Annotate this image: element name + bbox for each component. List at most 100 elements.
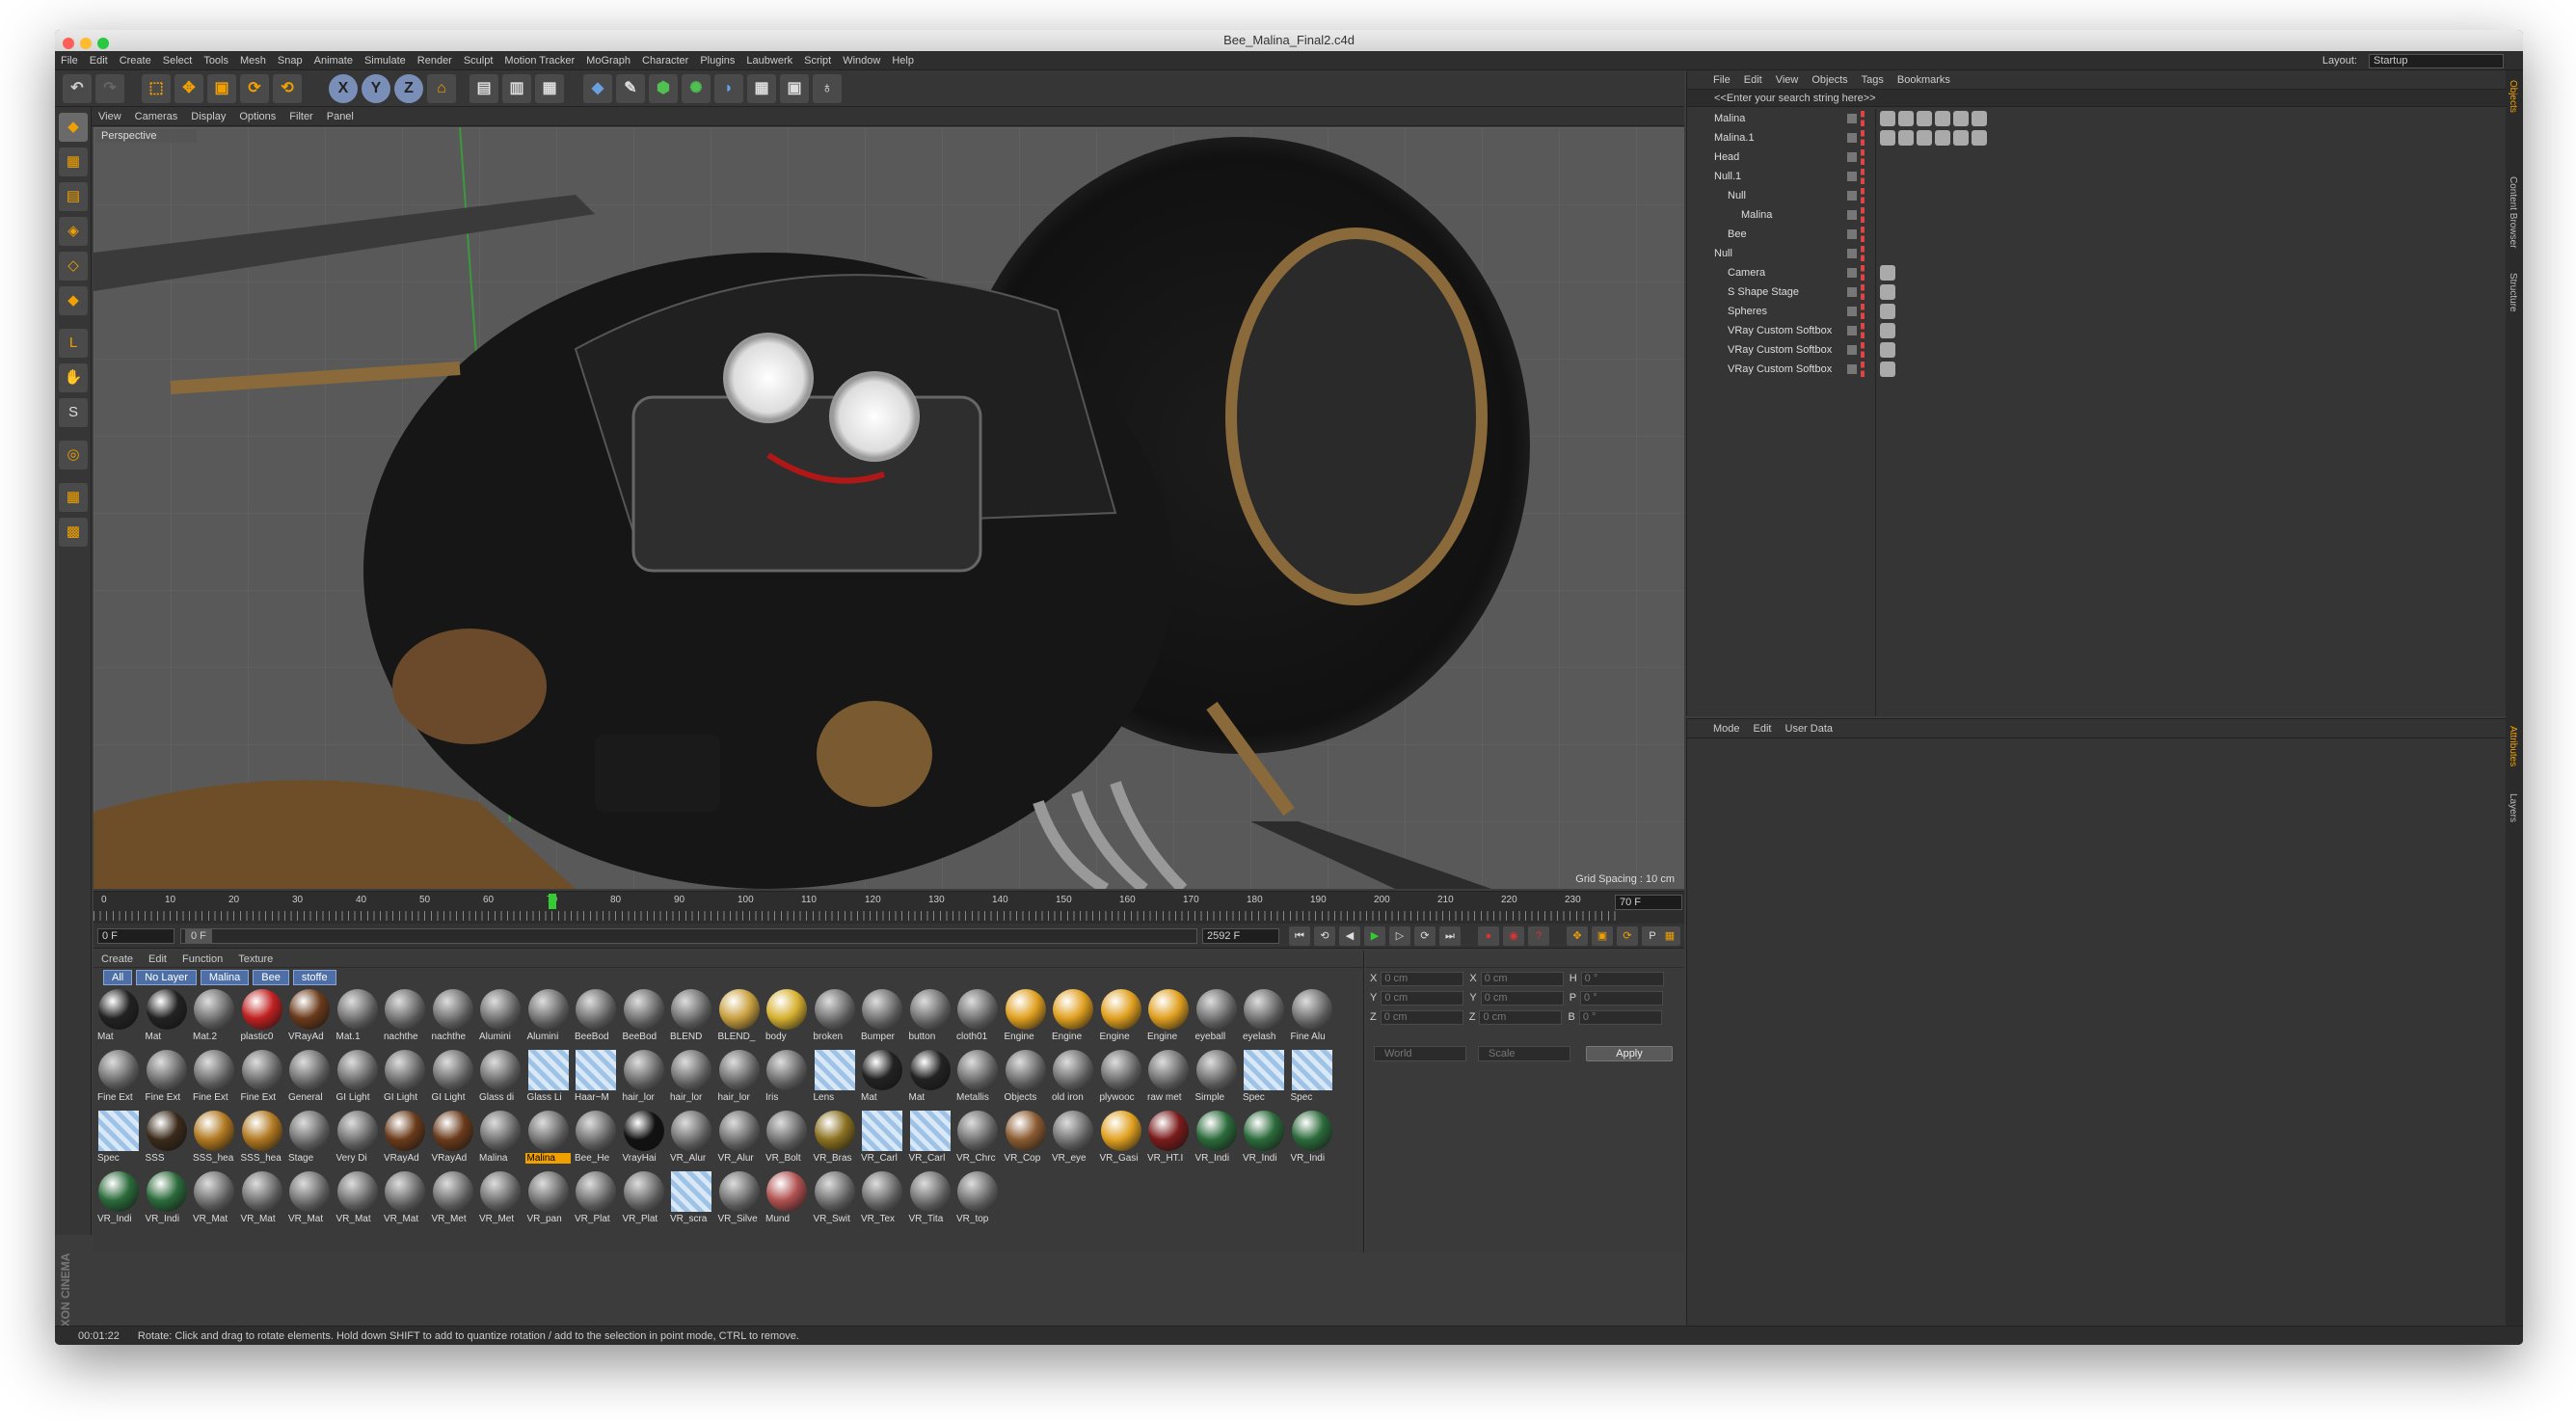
menu-item-edit[interactable]: Edit bbox=[84, 51, 114, 70]
y-axis-button[interactable]: Y bbox=[362, 74, 390, 103]
object-menu-tags[interactable]: Tags bbox=[1855, 70, 1891, 90]
object-name[interactable]: VRay Custom Softbox bbox=[1728, 340, 1832, 360]
material-swatch[interactable]: Fine Ext bbox=[144, 1050, 189, 1108]
material-swatch[interactable]: VR_Plat bbox=[573, 1171, 618, 1229]
material-swatch[interactable]: VR_HT.I bbox=[1145, 1111, 1191, 1168]
texture-mode-icon[interactable]: ▦ bbox=[59, 147, 88, 176]
object-menu-objects[interactable]: Objects bbox=[1805, 70, 1854, 90]
next-frame-icon[interactable]: ▷ bbox=[1389, 926, 1410, 946]
side-tab-objects[interactable]: Objects bbox=[2508, 80, 2518, 113]
material-swatch[interactable]: Fine Alu bbox=[1289, 989, 1334, 1047]
keyframe-selection-icon[interactable]: ? bbox=[1528, 926, 1549, 946]
viewport-menu-options[interactable]: Options bbox=[232, 107, 282, 126]
object-name[interactable]: Null bbox=[1728, 186, 1746, 205]
object-name[interactable]: Head bbox=[1714, 147, 1739, 167]
material-swatch[interactable]: Bumper bbox=[859, 989, 904, 1047]
points-mode-icon[interactable]: ◈ bbox=[59, 217, 88, 246]
material-swatch[interactable]: Mat.2 bbox=[191, 989, 236, 1047]
layout-selector[interactable]: Layout: Startup bbox=[2317, 51, 2504, 70]
material-tag-icon[interactable] bbox=[1935, 130, 1950, 146]
object-row[interactable]: Head bbox=[1687, 147, 2507, 167]
material-swatch[interactable]: nachthe bbox=[430, 989, 475, 1047]
object-name[interactable]: Camera bbox=[1728, 263, 1765, 282]
menu-item-file[interactable]: File bbox=[55, 51, 84, 70]
viewport-menu-filter[interactable]: Filter bbox=[282, 107, 319, 126]
render-dots-icon[interactable] bbox=[1861, 188, 1865, 203]
undo-icon[interactable]: ↶ bbox=[63, 74, 92, 103]
material-swatch[interactable]: VR_Indi bbox=[1289, 1111, 1334, 1168]
material-swatch[interactable]: Objects bbox=[1003, 1050, 1048, 1108]
visibility-toggle-icon[interactable] bbox=[1847, 268, 1857, 278]
material-swatch[interactable]: VR_pan bbox=[525, 1171, 571, 1229]
material-swatch[interactable]: VR_eye bbox=[1050, 1111, 1095, 1168]
material-swatch[interactable]: VR_Met bbox=[477, 1171, 523, 1229]
menu-item-tools[interactable]: Tools bbox=[198, 51, 234, 70]
material-swatch[interactable]: Stage bbox=[286, 1111, 332, 1168]
material-swatch[interactable]: Lens bbox=[812, 1050, 857, 1108]
material-swatch[interactable]: eyelash bbox=[1241, 989, 1286, 1047]
material-filter-all[interactable]: All bbox=[103, 970, 133, 985]
material-swatch[interactable]: GI Light bbox=[335, 1050, 380, 1108]
menu-item-laubwerk[interactable]: Laubwerk bbox=[740, 51, 798, 70]
array-icon[interactable]: ✺ bbox=[682, 74, 711, 103]
object-menu-view[interactable]: View bbox=[1769, 70, 1806, 90]
visibility-toggle-icon[interactable] bbox=[1847, 133, 1857, 143]
scale-icon[interactable]: ▣ bbox=[207, 74, 236, 103]
material-filter-no-layer[interactable]: No Layer bbox=[136, 970, 197, 985]
material-swatch[interactable]: VR_Met bbox=[430, 1171, 475, 1229]
next-key-icon[interactable]: ⟳ bbox=[1414, 926, 1436, 946]
material-swatch[interactable]: VR_Indi bbox=[144, 1171, 189, 1229]
material-swatch[interactable]: SSS_hea bbox=[191, 1111, 236, 1168]
material-swatch[interactable]: Spec bbox=[1241, 1050, 1286, 1108]
material-swatch[interactable]: VR_Tex bbox=[859, 1171, 904, 1229]
z-axis-button[interactable]: Z bbox=[394, 74, 423, 103]
edges-mode-icon[interactable]: ◇ bbox=[59, 252, 88, 281]
visibility-toggle-icon[interactable] bbox=[1847, 114, 1857, 123]
object-row[interactable]: Malina bbox=[1687, 205, 2507, 225]
timeline[interactable]: 70 F 01020304050607080901001101201301401… bbox=[94, 891, 1684, 924]
current-frame-field[interactable]: 70 F bbox=[1615, 895, 1682, 910]
floor-icon[interactable]: ▦ bbox=[747, 74, 776, 103]
menu-item-window[interactable]: Window bbox=[837, 51, 886, 70]
material-swatch[interactable]: Engine bbox=[1098, 989, 1143, 1047]
viewport-menu-view[interactable]: View bbox=[92, 107, 128, 126]
material-swatch[interactable]: cloth01 bbox=[954, 989, 1000, 1047]
menu-item-create[interactable]: Create bbox=[114, 51, 157, 70]
subdivision-icon[interactable]: ⬢ bbox=[649, 74, 678, 103]
size-field[interactable]: 0 cm bbox=[1479, 1010, 1563, 1025]
record-icon[interactable]: ● bbox=[1478, 926, 1499, 946]
material-tag-icon[interactable] bbox=[1953, 130, 1969, 146]
visibility-toggle-icon[interactable] bbox=[1847, 364, 1857, 374]
coordinate-system-icon[interactable]: ⌂ bbox=[427, 74, 456, 103]
render-dots-icon[interactable] bbox=[1861, 130, 1865, 146]
autokey-icon[interactable]: ◉ bbox=[1503, 926, 1524, 946]
polygons-mode-icon[interactable]: ◆ bbox=[59, 286, 88, 315]
attribute-menu-user-data[interactable]: User Data bbox=[1779, 719, 1840, 738]
rotation-field[interactable]: 0 ° bbox=[1580, 972, 1664, 986]
material-swatch[interactable]: VR_Plat bbox=[621, 1171, 666, 1229]
render-settings-icon[interactable]: ▦ bbox=[535, 74, 564, 103]
material-filter-stoffe[interactable]: stoffe bbox=[292, 970, 336, 985]
material-swatch[interactable]: Simple bbox=[1194, 1050, 1239, 1108]
material-tag-icon[interactable] bbox=[1880, 111, 1895, 126]
material-swatch[interactable]: VRayAd bbox=[430, 1111, 475, 1168]
object-name[interactable]: Bee bbox=[1728, 225, 1747, 244]
camera-icon[interactable]: ▣ bbox=[780, 74, 809, 103]
material-swatch[interactable]: hair_lor bbox=[621, 1050, 666, 1108]
material-swatch[interactable]: Very Di bbox=[335, 1111, 380, 1168]
deformer-icon[interactable]: ◗ bbox=[714, 74, 743, 103]
material-tag-icon[interactable] bbox=[1953, 111, 1969, 126]
object-name[interactable]: Malina.1 bbox=[1714, 128, 1755, 147]
coordinate-mode-dropdown[interactable]: Scale bbox=[1478, 1046, 1570, 1061]
material-swatch[interactable]: Mat.1 bbox=[335, 989, 380, 1047]
rotation-key-icon[interactable]: ⟳ bbox=[1617, 926, 1638, 946]
attribute-menu-edit[interactable]: Edit bbox=[1747, 719, 1779, 738]
material-tag-icon[interactable] bbox=[1917, 111, 1932, 126]
object-row[interactable]: VRay Custom Softbox bbox=[1687, 340, 2507, 360]
previous-frame-icon[interactable]: ◀ bbox=[1339, 926, 1360, 946]
menu-item-help[interactable]: Help bbox=[886, 51, 920, 70]
render-dots-icon[interactable] bbox=[1861, 246, 1865, 261]
render-dots-icon[interactable] bbox=[1861, 265, 1865, 281]
material-tag-icon[interactable] bbox=[1880, 323, 1895, 338]
rotation-field[interactable]: 0 ° bbox=[1578, 1010, 1662, 1025]
